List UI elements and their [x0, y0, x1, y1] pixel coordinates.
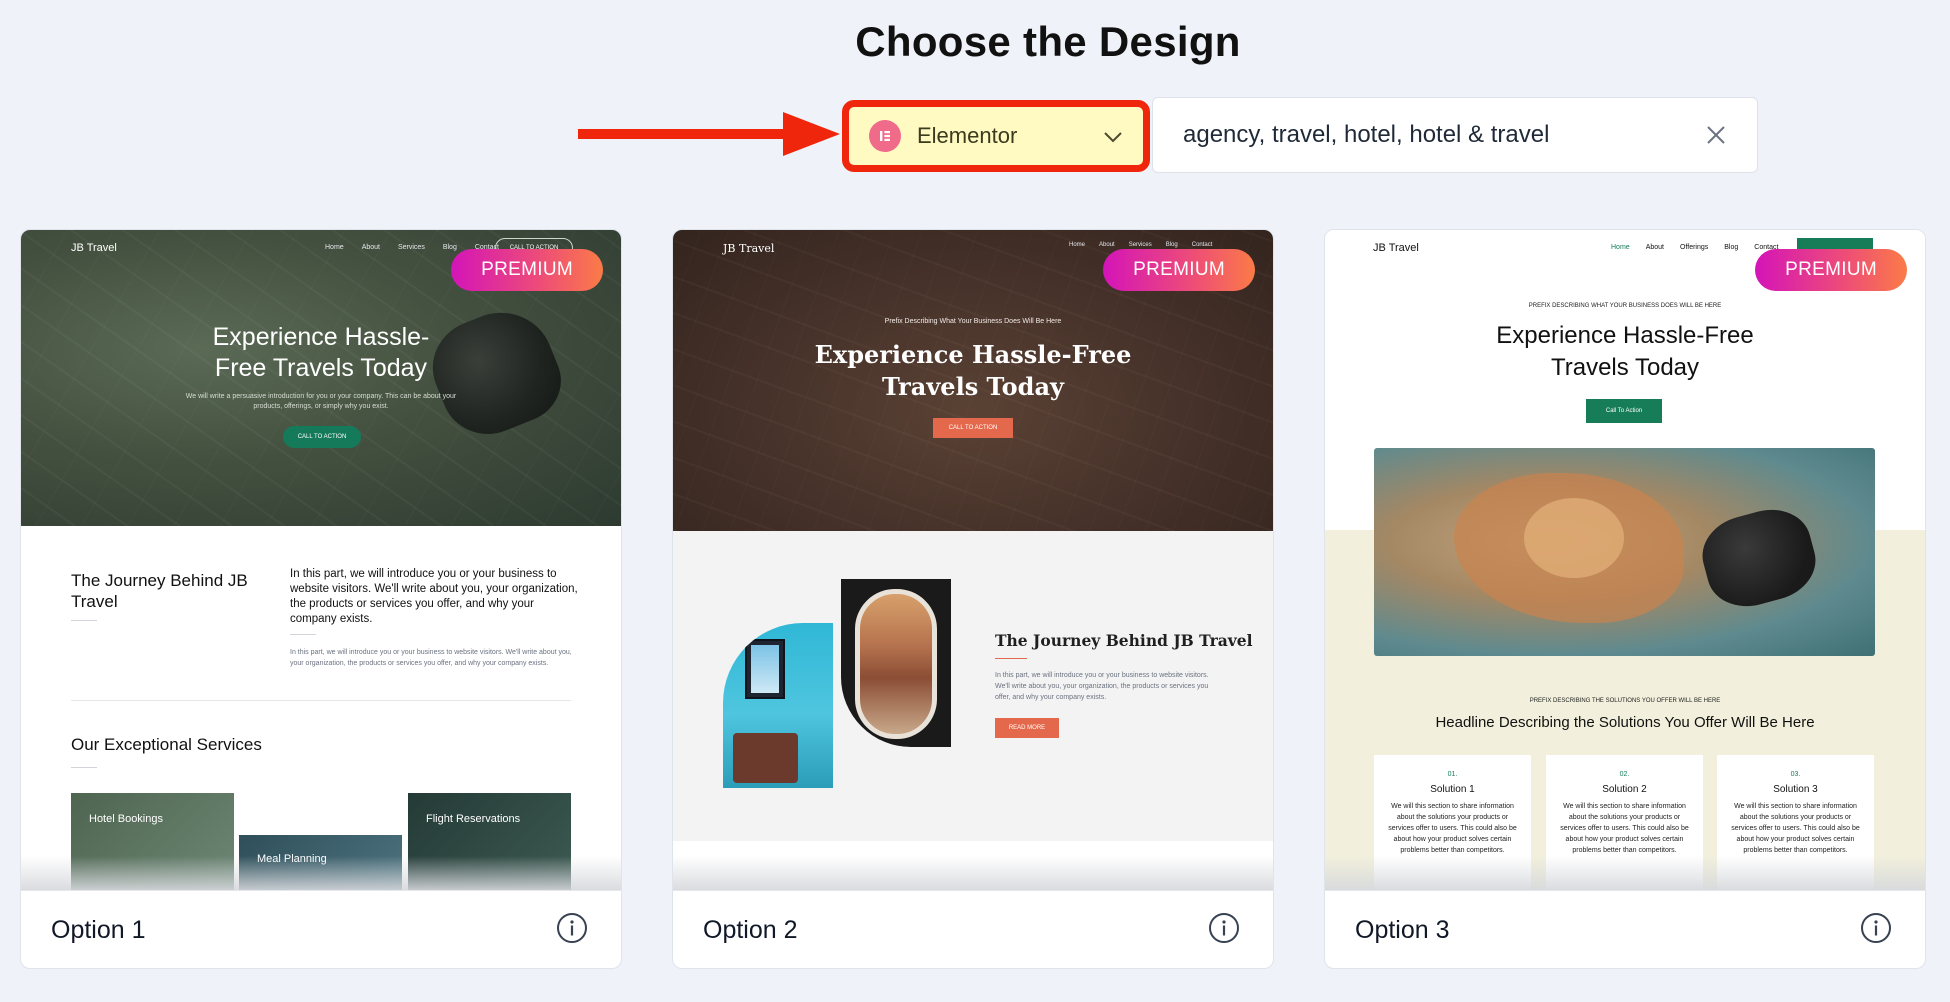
- design-preview[interactable]: JB Travel Home About Services Blog Contact P…: [673, 230, 1273, 890]
- design-preview[interactable]: JB Travel Home About Services Blog Contact C…: [21, 230, 621, 890]
- preview-hero-title: Experience Hassle-Free Travels Today: [1496, 322, 1754, 381]
- preview-hero-title: Experience Hassle-Free Travels Today: [814, 340, 1132, 401]
- design-preview[interactable]: JB Travel Home About Offerings Blog Contact …: [1325, 230, 1925, 890]
- builder-label: Elementor: [917, 123, 1018, 148]
- map-image: [1374, 448, 1875, 656]
- option-label: Option 2: [703, 916, 798, 944]
- preview-cta: CALL TO ACTION: [933, 418, 1013, 438]
- keyword-search-box[interactable]: [1152, 97, 1758, 173]
- preview-about-small: In this part, we will introduce you or y…: [290, 649, 572, 667]
- keyword-search-input[interactable]: [1183, 121, 1683, 149]
- airplane-window-image: [841, 579, 951, 747]
- preview-prefix: PREFIX DESCRIBING THE SOLUTIONS YOU OFFE…: [1529, 698, 1721, 704]
- info-icon[interactable]: [1207, 911, 1241, 945]
- preview-about-text: In this part, we will introduce you or y…: [995, 672, 1209, 701]
- preview-prefix: Prefix Describing What Your Business Doe…: [884, 318, 1062, 325]
- premium-badge: PREMIUM: [1103, 249, 1255, 291]
- preview-cta: CALL TO ACTION: [283, 426, 361, 448]
- preview-about-text: In this part, we will introduce you or y…: [290, 568, 578, 625]
- preview-brand: JB Travel: [1373, 242, 1419, 254]
- chevron-down-icon: [1104, 132, 1122, 143]
- preview-nav: Home About Services Blog Contact: [1069, 242, 1213, 248]
- design-card-option-2[interactable]: JB Travel Home About Services Blog Contact P…: [672, 229, 1274, 969]
- preview-headline: Headline Describing the Solutions You Of…: [1435, 714, 1815, 731]
- preview-read-more: READ MORE: [995, 718, 1059, 738]
- preview-services-title: Our Exceptional Services: [71, 735, 262, 754]
- page-title: Choose the Design: [855, 18, 1241, 65]
- preview-hero-title: Experience Hassle-Free Travels Today: [212, 323, 430, 382]
- preview-cta: Call To Action: [1586, 399, 1662, 423]
- premium-badge: PREMIUM: [1755, 249, 1907, 291]
- design-card-option-3[interactable]: JB Travel Home About Offerings Blog Contact …: [1324, 229, 1926, 969]
- preview-prefix: PREFIX DESCRIBING WHAT YOUR BUSINESS DOE…: [1528, 303, 1722, 309]
- preview-about-title: The Journey Behind JB Travel: [995, 631, 1253, 650]
- card-footer: Option 2: [673, 890, 1273, 968]
- card-footer: Option 3: [1325, 890, 1925, 968]
- preview-brand: JB Travel: [723, 242, 775, 255]
- elementor-logo-icon: [869, 120, 901, 152]
- preview-brand: JB Travel: [71, 242, 117, 254]
- preview-hero-subtitle: We will write a persuasive introduction …: [185, 393, 457, 410]
- info-icon[interactable]: [555, 911, 589, 945]
- arrow-right-icon: [578, 112, 840, 156]
- option-label: Option 3: [1355, 916, 1450, 944]
- option-label: Option 1: [51, 916, 146, 944]
- close-icon[interactable]: [1705, 124, 1727, 146]
- info-icon[interactable]: [1859, 911, 1893, 945]
- preview-nav: Home About Offerings Blog Contact: [1611, 244, 1779, 251]
- page-builder-select[interactable]: Elementor: [842, 100, 1150, 172]
- premium-badge: PREMIUM: [451, 249, 603, 291]
- card-footer: Option 1: [21, 890, 621, 968]
- design-card-option-1[interactable]: JB Travel Home About Services Blog Contact C…: [20, 229, 622, 969]
- preview-about-title: The Journey Behind JB Travel: [71, 571, 248, 611]
